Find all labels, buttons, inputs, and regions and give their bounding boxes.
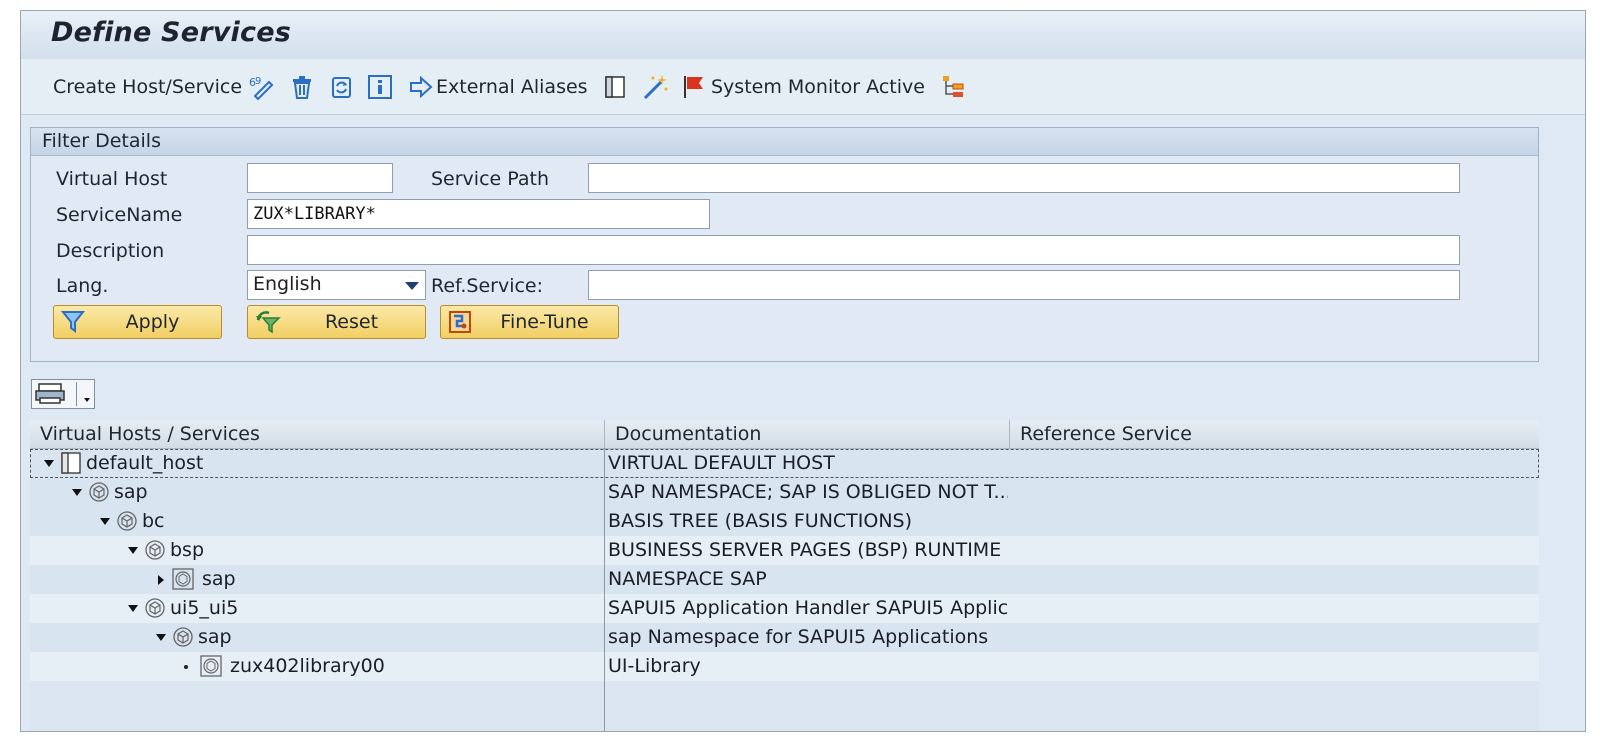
document-icon[interactable]: [603, 59, 627, 114]
arrow-right-icon: [409, 75, 433, 98]
ref-service-label: Ref.Service:: [431, 275, 544, 297]
node-documentation: BASIS TREE (BASIS FUNCTIONS): [608, 510, 913, 532]
lang-select[interactable]: English: [247, 270, 426, 300]
fine-tune-button[interactable]: Fine-Tune: [440, 305, 619, 339]
node-label: zux402library00: [230, 655, 385, 677]
tree-row-sap[interactable]: sap SAP NAMESPACE; SAP IS OBLIGED NOT T.…: [30, 478, 1539, 507]
collapse-icon[interactable]: [44, 460, 54, 467]
service-node-icon: [144, 597, 166, 624]
virtual-host-label: Virtual Host: [56, 168, 168, 190]
node-label: bc: [142, 510, 165, 532]
service-node-icon: [88, 481, 110, 508]
host-document-icon: [60, 452, 82, 479]
node-documentation: UI-Library: [608, 655, 701, 677]
info-icon[interactable]: [367, 59, 393, 114]
tree-row-zux402library00[interactable]: zux402library00 UI-Library: [30, 652, 1539, 681]
lang-label: Lang.: [56, 275, 109, 297]
tree-row-sap-bsp[interactable]: sap NAMESPACE SAP: [30, 565, 1539, 594]
application-toolbar: Create Host/Service 69 External Aliases: [21, 59, 1585, 115]
reset-label: Reset: [324, 311, 379, 333]
service-name-input[interactable]: ZUX*LIBRARY*: [247, 199, 710, 229]
service-path-label: Service Path: [431, 168, 549, 190]
column-divider: [604, 448, 605, 731]
node-documentation: BUSINESS SERVER PAGES (BSP) RUNTIME: [608, 539, 1002, 561]
print-icon: [35, 383, 69, 410]
delete-icon[interactable]: [289, 59, 315, 114]
node-documentation: VIRTUAL DEFAULT HOST: [608, 452, 835, 474]
collapse-icon[interactable]: [72, 489, 82, 496]
ref-service-input[interactable]: [588, 270, 1460, 300]
fine-tune-label: Fine-Tune: [500, 311, 589, 333]
column-header-reference-service[interactable]: Reference Service: [1010, 420, 1539, 448]
node-documentation: SAPUI5 Application Handler SAPUI5 Applic…: [608, 597, 1008, 619]
reset-button[interactable]: Reset: [247, 305, 426, 339]
apply-button[interactable]: Apply: [53, 305, 222, 339]
node-label: ui5_ui5: [170, 597, 239, 619]
collapse-icon[interactable]: [128, 605, 138, 612]
node-label: default_host: [86, 452, 204, 474]
collapse-icon[interactable]: [156, 634, 166, 641]
apply-label: Apply: [125, 311, 180, 333]
filter-details-header: Filter Details: [31, 128, 1538, 156]
column-header-virtual-hosts[interactable]: Virtual Hosts / Services: [30, 420, 605, 448]
node-label: sap: [198, 626, 232, 648]
leaf-bullet-icon: [184, 665, 188, 669]
title-bar: Define Services: [21, 11, 1585, 60]
node-documentation: sap Namespace for SAPUI5 Applications: [608, 626, 989, 648]
dropdown-arrow-icon[interactable]: [84, 398, 90, 402]
tree-row-bc[interactable]: bc BASIS TREE (BASIS FUNCTIONS): [30, 507, 1539, 536]
description-label: Description: [56, 240, 165, 262]
expand-icon[interactable]: [158, 575, 164, 585]
service-node-icon: [144, 539, 166, 566]
svg-text:9: 9: [255, 76, 261, 87]
refresh-icon[interactable]: [328, 59, 354, 114]
collapse-icon[interactable]: [100, 518, 110, 525]
service-node-box-icon: [172, 568, 194, 595]
tree-row-sap-ui5[interactable]: sap sap Namespace for SAPUI5 Application…: [30, 623, 1539, 652]
external-aliases-button[interactable]: External Aliases: [409, 59, 588, 114]
node-documentation: SAP NAMESPACE; SAP IS OBLIGED NOT T...: [608, 481, 1008, 503]
dropdown-arrow-icon[interactable]: [405, 282, 419, 290]
node-label: sap: [202, 568, 236, 590]
split-divider: [76, 382, 77, 406]
hierarchy-icon[interactable]: [941, 59, 967, 114]
display-change-icon[interactable]: 69: [249, 59, 275, 114]
node-documentation: NAMESPACE SAP: [608, 568, 767, 590]
column-header-documentation[interactable]: Documentation: [605, 420, 1010, 448]
description-input[interactable]: [247, 235, 1460, 265]
define-services-window: Define Services Create Host/Service 69 E…: [20, 10, 1586, 732]
create-host-service-button[interactable]: Create Host/Service: [53, 59, 242, 114]
node-label: bsp: [170, 539, 205, 561]
node-label: sap: [114, 481, 148, 503]
filter-details-group: Filter Details Virtual Host Service Path…: [30, 127, 1539, 362]
magic-wand-icon[interactable]: [641, 59, 669, 114]
collapse-icon[interactable]: [128, 547, 138, 554]
virtual-host-input[interactable]: [247, 163, 393, 193]
grid-header: Virtual Hosts / Services Documentation R…: [30, 420, 1539, 449]
system-monitor-button[interactable]: System Monitor Active: [681, 59, 925, 114]
service-path-input[interactable]: [588, 163, 1460, 193]
flag-icon: [681, 74, 707, 100]
print-menu-button[interactable]: [31, 379, 95, 409]
tree-row-bsp[interactable]: bsp BUSINESS SERVER PAGES (BSP) RUNTIME: [30, 536, 1539, 565]
service-node-icon: [172, 626, 194, 653]
service-name-label: ServiceName: [56, 204, 183, 226]
services-tree-grid: Virtual Hosts / Services Documentation R…: [30, 420, 1539, 731]
service-node-box-icon: [200, 655, 222, 682]
lang-value: English: [253, 273, 322, 295]
external-aliases-label: External Aliases: [436, 75, 588, 98]
page-title: Define Services: [51, 17, 291, 48]
system-monitor-label: System Monitor Active: [711, 75, 925, 98]
tree-row-default-host[interactable]: default_host VIRTUAL DEFAULT HOST: [30, 449, 1539, 478]
tree-row-ui5-ui5[interactable]: ui5_ui5 SAPUI5 Application Handler SAPUI…: [30, 594, 1539, 623]
service-node-icon: [116, 510, 138, 537]
